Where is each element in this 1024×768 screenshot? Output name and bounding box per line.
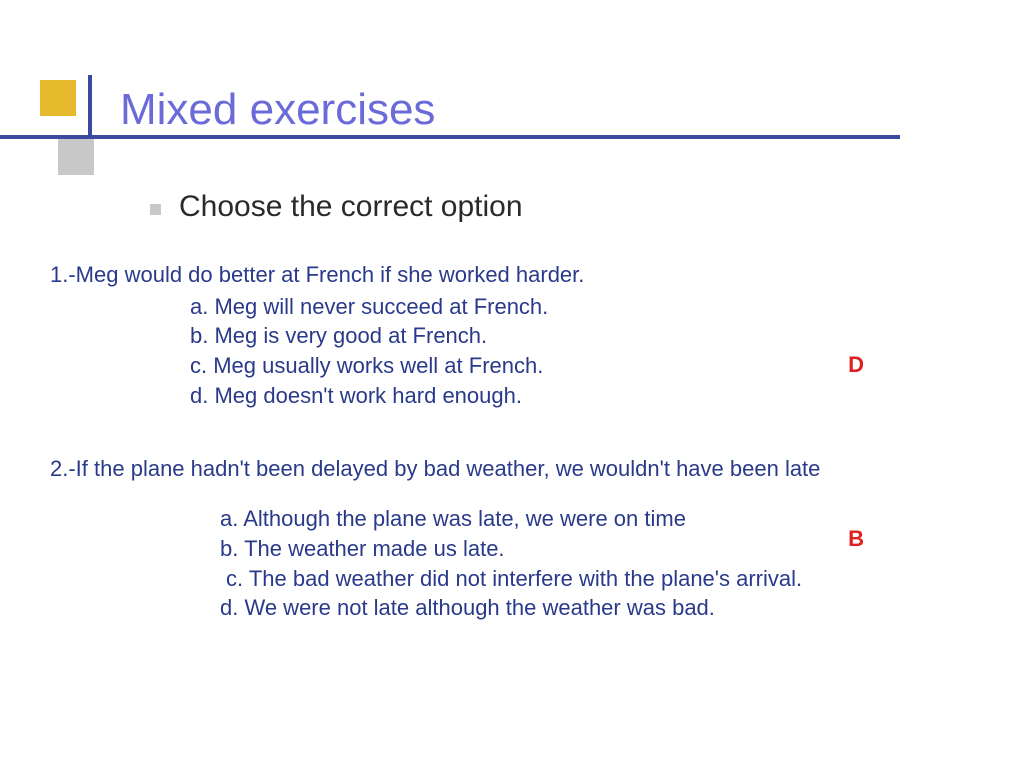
question-2-answer: B [848,524,864,554]
question-1-stem: 1.-Meg would do better at French if she … [50,260,974,290]
question-2-stem: 2.-If the plane hadn't been delayed by b… [50,454,974,484]
deco-line-horizontal [0,135,900,139]
q2-option-c: c. The bad weather did not interfere wit… [220,564,974,594]
slide-decoration [40,80,120,160]
deco-square-gold [40,80,76,116]
deco-square-gray [58,139,94,175]
slide-subtitle-row: Choose the correct option [150,190,523,224]
bullet-square-icon [150,204,161,215]
q1-option-d: d. Meg doesn't work hard enough. [190,381,974,411]
q1-option-a: a. Meg will never succeed at French. [190,292,974,322]
question-1-answer: D [848,350,864,380]
question-2: 2.-If the plane hadn't been delayed by b… [50,454,974,622]
q1-option-b: b. Meg is very good at French. [190,321,974,351]
question-1: 1.-Meg would do better at French if she … [50,260,974,410]
slide-subtitle: Choose the correct option [179,190,523,224]
question-1-options: a. Meg will never succeed at French. b. … [50,292,974,411]
q2-option-d: d. We were not late although the weather… [220,593,974,623]
question-2-options: a. Although the plane was late, we were … [50,504,974,623]
content-area: 1.-Meg would do better at French if she … [50,260,974,667]
slide-title: Mixed exercises [120,85,435,135]
